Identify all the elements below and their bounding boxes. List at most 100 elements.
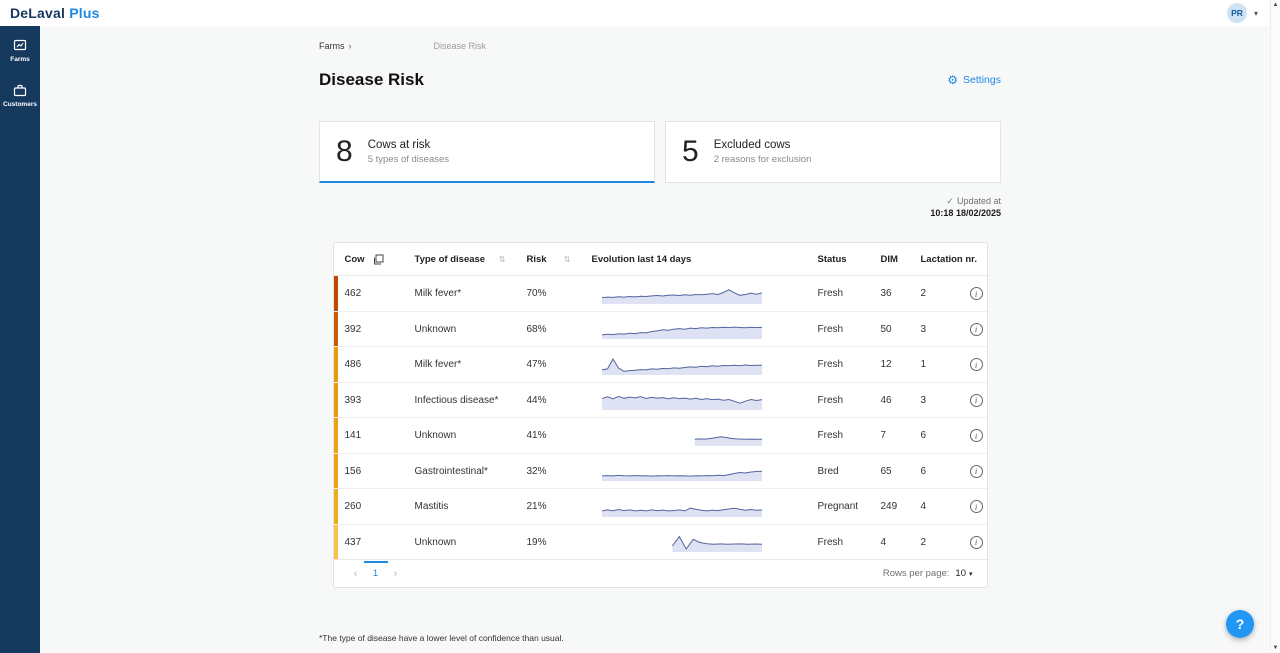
cow-id: 437 <box>334 537 404 548</box>
risk-percent: 47% <box>516 359 581 370</box>
page-number[interactable]: 1 <box>364 568 388 579</box>
help-button[interactable]: ? <box>1226 610 1254 638</box>
sidebar-item-label: Farms <box>10 56 30 63</box>
lactation-nr: 1 <box>910 359 966 370</box>
table-row[interactable]: 437 Unknown 19% Fresh 4 2 i <box>334 525 987 561</box>
cow-id: 392 <box>334 324 404 335</box>
table-row[interactable]: 393 Infectious disease* 44% Fresh 46 3 i <box>334 383 987 419</box>
scroll-down-icon[interactable]: ▼ <box>1273 645 1279 651</box>
rows-per-page-label: Rows per page: <box>883 568 950 579</box>
user-menu-caret-icon[interactable]: ▾ <box>1254 9 1258 18</box>
customers-icon <box>12 83 28 98</box>
scroll-up-icon[interactable]: ▲ <box>1273 2 1279 8</box>
card-value: 8 <box>336 135 353 169</box>
risk-level-bar <box>334 276 338 311</box>
table-row[interactable]: 141 Unknown 41% Fresh 7 6 i <box>334 418 987 454</box>
lactation-nr: 2 <box>910 537 966 548</box>
gear-icon: ⚙ <box>947 74 958 86</box>
info-icon[interactable]: i <box>970 287 983 300</box>
evolution-sparkline <box>581 283 807 305</box>
risk-percent: 19% <box>516 537 581 548</box>
risk-level-bar <box>334 525 338 560</box>
dim: 249 <box>870 501 910 512</box>
evolution-sparkline <box>581 318 807 340</box>
user-avatar[interactable]: PR <box>1227 3 1247 23</box>
lactation-nr: 4 <box>910 501 966 512</box>
evolution-sparkline <box>581 531 807 553</box>
table-row[interactable]: 486 Milk fever* 47% Fresh 12 1 i <box>334 347 987 383</box>
caret-down-icon: ▾ <box>969 570 973 578</box>
rows-per-page-select[interactable]: 10 ▾ <box>955 568 972 579</box>
main-content: Farms › Disease Risk Disease Risk ⚙ Sett… <box>40 26 1280 653</box>
lactation-nr: 2 <box>910 288 966 299</box>
info-icon[interactable]: i <box>970 323 983 336</box>
sort-icon[interactable]: ⇅ <box>564 255 571 264</box>
col-evolution: Evolution last 14 days <box>581 254 807 265</box>
sidebar: Farms Customers <box>0 26 40 653</box>
breadcrumb-farms[interactable]: Farms <box>319 41 345 51</box>
dim: 65 <box>870 466 910 477</box>
table-row[interactable]: 462 Milk fever* 70% Fresh 36 2 i <box>334 276 987 312</box>
card-cows-at-risk[interactable]: 8 Cows at risk 5 types of diseases <box>319 121 655 183</box>
dim: 4 <box>870 537 910 548</box>
updated-timestamp: 10:18 18/02/2025 <box>319 207 1001 219</box>
sidebar-item-farms[interactable]: Farms <box>0 38 40 63</box>
disease-type: Unknown <box>404 430 516 441</box>
info-icon[interactable]: i <box>970 394 983 407</box>
risk-percent: 70% <box>516 288 581 299</box>
table-row[interactable]: 156 Gastrointestinal* 32% Bred 65 6 i <box>334 454 987 490</box>
farms-icon <box>12 38 28 53</box>
disease-risk-table: Cow Type of disease ⇅ Risk ⇅ Evolution l… <box>333 242 988 588</box>
disease-type: Infectious disease* <box>404 395 516 406</box>
table-row[interactable]: 260 Mastitis 21% Pregnant 249 4 i <box>334 489 987 525</box>
copy-icon[interactable] <box>373 254 384 265</box>
evolution-sparkline <box>581 460 807 482</box>
status: Fresh <box>807 324 870 335</box>
risk-percent: 68% <box>516 324 581 335</box>
page-scrollbar[interactable]: ▲ ▼ <box>1270 0 1280 653</box>
updated-at: ✓Updated at 10:18 18/02/2025 <box>319 195 1001 219</box>
status: Fresh <box>807 359 870 370</box>
cow-id: 141 <box>334 430 404 441</box>
logo-secondary: Plus <box>69 5 99 21</box>
cow-id: 462 <box>334 288 404 299</box>
breadcrumb-current: Disease Risk <box>434 41 487 51</box>
sidebar-item-customers[interactable]: Customers <box>0 83 40 108</box>
sort-icon[interactable]: ⇅ <box>499 255 506 264</box>
pagination: ‹ 1 › Rows per page: 10 ▾ <box>334 560 987 587</box>
topbar: DeLaval Plus PR ▾ <box>0 0 1280 26</box>
next-page-button[interactable]: › <box>388 568 404 580</box>
disease-type: Gastrointestinal* <box>404 466 516 477</box>
dim: 46 <box>870 395 910 406</box>
risk-percent: 44% <box>516 395 581 406</box>
footnote: *The type of disease have a lower level … <box>319 633 1001 643</box>
info-icon[interactable]: i <box>970 465 983 478</box>
settings-button[interactable]: ⚙ Settings <box>947 74 1001 86</box>
card-excluded-cows[interactable]: 5 Excluded cows 2 reasons for exclusion <box>665 121 1001 183</box>
info-icon[interactable]: i <box>970 536 983 549</box>
col-risk: Risk ⇅ <box>516 254 581 265</box>
prev-page-button[interactable]: ‹ <box>348 568 364 580</box>
info-icon[interactable]: i <box>970 429 983 442</box>
lactation-nr: 3 <box>910 324 966 335</box>
updated-label: Updated at <box>957 196 1001 206</box>
risk-level-bar <box>334 383 338 418</box>
status: Bred <box>807 466 870 477</box>
cow-id: 260 <box>334 501 404 512</box>
dim: 36 <box>870 288 910 299</box>
breadcrumb: Farms › Disease Risk <box>319 39 1001 53</box>
evolution-sparkline <box>581 425 807 447</box>
col-status: Status <box>807 254 870 265</box>
risk-level-bar <box>334 418 338 453</box>
dim: 50 <box>870 324 910 335</box>
status: Pregnant <box>807 501 870 512</box>
info-icon[interactable]: i <box>970 500 983 513</box>
info-icon[interactable]: i <box>970 358 983 371</box>
col-lactation: Lactation nr. <box>910 254 966 265</box>
table-row[interactable]: 392 Unknown 68% Fresh 50 3 i <box>334 312 987 348</box>
dim: 12 <box>870 359 910 370</box>
lactation-nr: 3 <box>910 395 966 406</box>
cow-id: 486 <box>334 359 404 370</box>
status: Fresh <box>807 395 870 406</box>
status: Fresh <box>807 430 870 441</box>
